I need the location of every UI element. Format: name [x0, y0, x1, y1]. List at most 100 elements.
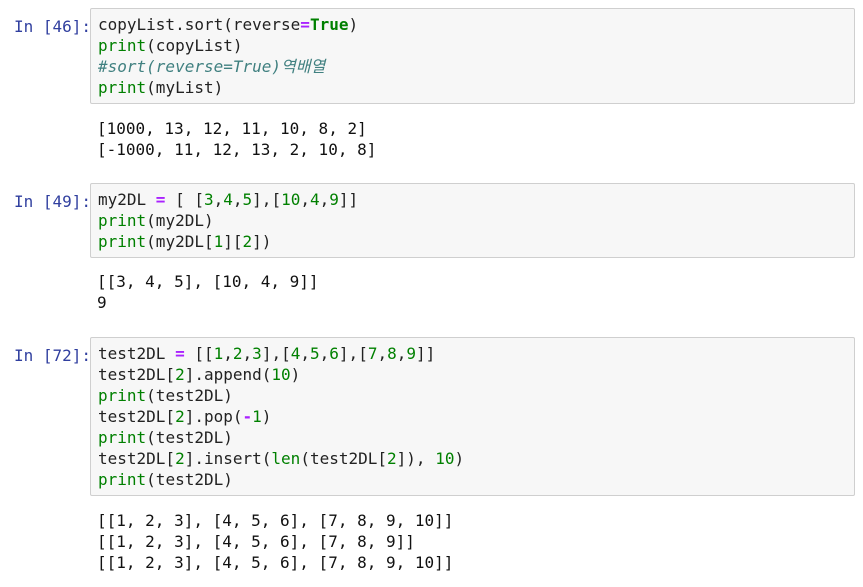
code-token: ,: [396, 344, 407, 363]
code-token: ].append(: [184, 365, 272, 384]
code-token: ]): [252, 232, 272, 251]
output-line: [-1000, 11, 12, 13, 2, 10, 8]: [97, 140, 377, 159]
code-token: 6: [329, 344, 339, 363]
code-token: 9: [329, 190, 339, 209]
code-token: (my2DL): [146, 211, 214, 230]
code-token: [[: [184, 344, 214, 363]
code-token: #sort(reverse=True)역배열: [98, 57, 326, 76]
code-line: test2DL[2].insert(len(test2DL[2]), 10): [98, 448, 847, 469]
code-token: print: [98, 232, 147, 251]
code-token: (test2DL[: [300, 449, 388, 468]
code-token: 10: [271, 365, 291, 384]
code-token: (test2DL): [146, 428, 233, 447]
code-token: ,: [300, 190, 310, 209]
code-token: ,: [223, 344, 233, 363]
output-line: 9: [97, 293, 107, 312]
code-token: ): [348, 15, 359, 34]
code-token: 1: [213, 232, 224, 251]
code-token: 2: [175, 407, 185, 426]
code-token: 1: [213, 344, 224, 363]
code-token: ,: [319, 190, 330, 209]
code-token: 2: [175, 449, 185, 468]
code-token: print: [98, 211, 147, 230]
output-line: [[1, 2, 3], [4, 5, 6], [7, 8, 9, 10]]: [97, 553, 454, 572]
code-token: =: [155, 190, 166, 209]
output-line: [[3, 4, 5], [10, 4, 9]]: [97, 272, 319, 291]
code-token: 5: [242, 190, 253, 209]
code-token: 10: [281, 190, 301, 209]
code-line: print(copyList): [98, 35, 847, 56]
input-prompt: In [49]:: [14, 192, 92, 211]
code-token: 4: [223, 190, 233, 209]
code-line: print(my2DL): [98, 210, 847, 231]
code-token: =: [300, 15, 310, 34]
code-token: ][: [223, 232, 243, 251]
code-line: print(test2DL): [98, 469, 847, 490]
code-line: #sort(reverse=True)역배열: [98, 56, 847, 77]
code-token: ): [290, 365, 301, 384]
code-token: (myList): [146, 78, 224, 97]
code-token: =: [175, 344, 185, 363]
code-token: ,: [377, 344, 388, 363]
code-token: -: [242, 407, 253, 426]
code-token: (test2DL): [146, 386, 233, 405]
code-token: test2DL[: [98, 449, 176, 468]
output-line: [[1, 2, 3], [4, 5, 6], [7, 8, 9]]: [97, 532, 415, 551]
code-token: ): [454, 449, 465, 468]
code-token: print: [98, 386, 147, 405]
code-token: ): [261, 407, 272, 426]
code-token: test2DL[: [98, 407, 176, 426]
code-token: print: [98, 78, 147, 97]
code-token: ,: [300, 344, 310, 363]
code-token: ]),: [396, 449, 436, 468]
code-token: (copyList): [146, 36, 243, 55]
code-token: 4: [290, 344, 301, 363]
code-token: ].insert(: [184, 449, 272, 468]
code-token: print: [98, 428, 147, 447]
code-token: len: [271, 449, 301, 468]
code-token: ],[: [338, 344, 368, 363]
code-token: ]]: [338, 190, 359, 209]
code-line: print(my2DL[1][2]): [98, 231, 847, 252]
code-editor[interactable]: my2DL = [ [3,4,5],[10,4,9]] print(my2DL) p…: [90, 183, 855, 258]
code-token: test2DL[: [98, 365, 176, 384]
code-line: test2DL[2].pop(-1): [98, 406, 847, 427]
output-line: [[1, 2, 3], [4, 5, 6], [7, 8, 9, 10]]: [97, 511, 454, 530]
code-token: 5: [310, 344, 320, 363]
code-line: test2DL = [[1,2,3],[4,5,6],[7,8,9]]: [98, 343, 847, 364]
code-line: copyList.sort(reverse=True): [98, 14, 847, 35]
code-line: print(myList): [98, 77, 847, 98]
code-token: 3: [252, 344, 262, 363]
code-token: ].pop(: [184, 407, 243, 426]
output-area: [[1, 2, 3], [4, 5, 6], [7, 8, 9, 10]] [[1…: [97, 510, 453, 573]
code-token: ],[: [261, 344, 291, 363]
code-token: (test2DL): [146, 470, 233, 489]
code-editor[interactable]: test2DL = [[1,2,3],[4,5,6],[7,8,9]] test2…: [90, 337, 855, 496]
code-token: copyList.sort(reverse: [98, 15, 301, 34]
code-line: print(test2DL): [98, 385, 847, 406]
code-token: 10: [435, 449, 455, 468]
output-line: [1000, 13, 12, 11, 10, 8, 2]: [97, 119, 367, 138]
code-token: 2: [175, 365, 185, 384]
code-token: my2DL: [98, 190, 156, 209]
code-token: [ [: [165, 190, 204, 209]
code-line: test2DL[2].append(10): [98, 364, 847, 385]
code-editor[interactable]: copyList.sort(reverse=True) print(copyLis…: [90, 8, 855, 104]
code-token: ,: [242, 344, 253, 363]
code-token: 2: [242, 232, 253, 251]
input-prompt: In [72]:: [14, 346, 92, 365]
code-token: ,: [319, 344, 330, 363]
code-token: ,: [213, 190, 224, 209]
code-token: 9: [406, 344, 417, 363]
code-token: print: [98, 36, 147, 55]
code-token: 2: [232, 344, 243, 363]
code-token: ]]: [416, 344, 436, 363]
code-token: 2: [387, 449, 397, 468]
code-token: True: [309, 15, 349, 34]
code-token: print: [98, 470, 147, 489]
code-token: ],[: [252, 190, 282, 209]
code-line: print(test2DL): [98, 427, 847, 448]
code-token: 3: [203, 190, 214, 209]
code-token: 8: [387, 344, 397, 363]
code-token: (my2DL[: [146, 232, 214, 251]
